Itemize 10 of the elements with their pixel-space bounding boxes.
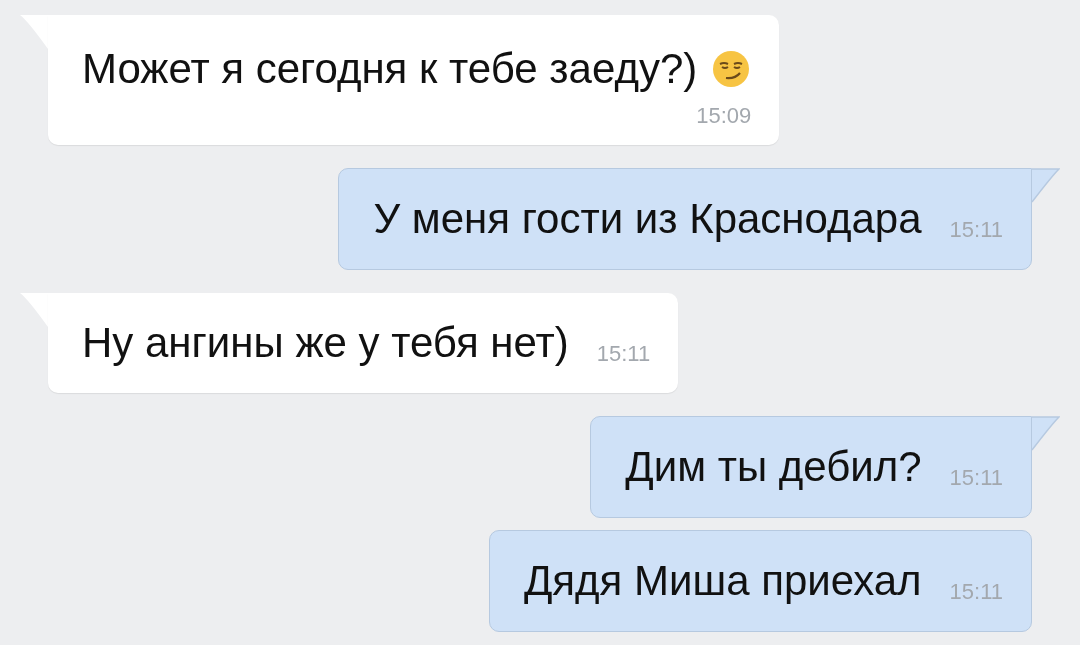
message-text: Дим ты дебил? — [625, 442, 922, 492]
message-text: Дядя Миша приехал — [523, 556, 922, 606]
message-time: 15:09 — [696, 103, 752, 129]
message-time: 15:11 — [949, 217, 1003, 243]
message-text: Может я сегодня к тебе заеду?) — [82, 44, 698, 94]
message-time: 15:11 — [949, 465, 1003, 491]
message-time: 15:11 — [949, 579, 1003, 605]
message-text: У меня гости из Краснодара — [373, 194, 922, 244]
message-time: 15:11 — [596, 341, 651, 367]
message-text: Ну ангины же у тебя нет) — [82, 318, 569, 368]
